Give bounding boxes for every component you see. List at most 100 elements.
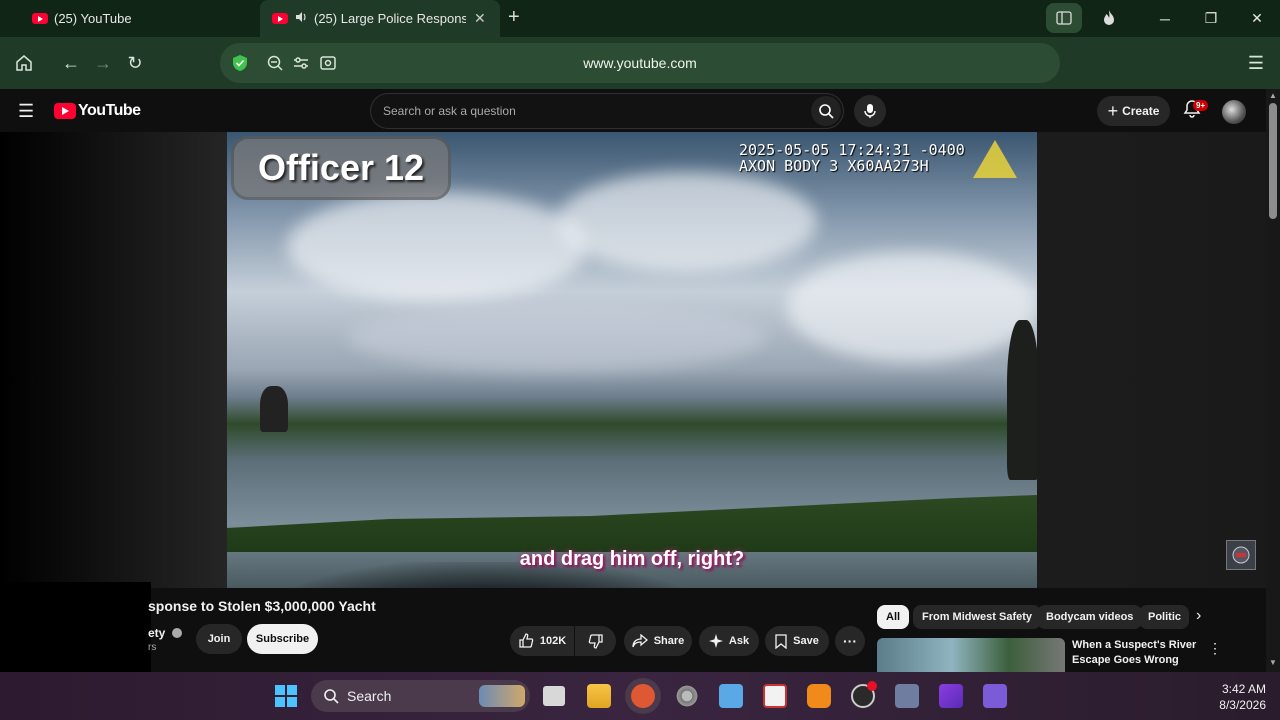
video-title: sponse to Stolen $3,000,000 Yacht	[148, 598, 376, 614]
duckduckgo-browser-icon[interactable]	[631, 684, 655, 708]
chip-politics[interactable]: Politic	[1139, 605, 1189, 629]
browser-tabstrip: (25) YouTube (25) Large Police Response …	[0, 0, 1280, 37]
channel-name[interactable]: ety	[148, 626, 182, 640]
chip-label: All	[886, 611, 901, 623]
speaker-icon[interactable]	[294, 10, 308, 27]
sparkle-icon	[708, 634, 723, 648]
subscribe-label: Subscribe	[255, 633, 310, 645]
chip-from-channel[interactable]: From Midwest Safety	[913, 605, 1042, 629]
cloud	[557, 172, 817, 272]
ask-button[interactable]: Ask	[699, 626, 759, 656]
person-left	[260, 386, 288, 432]
youtube-logo-text: YouTube	[78, 102, 141, 119]
taskbar: Search	[0, 672, 1280, 720]
close-window-button[interactable]: ✕	[1234, 0, 1280, 37]
recommendation-title[interactable]: When a Suspect's River Escape Goes Wrong	[1072, 638, 1202, 668]
url-text: www.youtube.com	[583, 55, 697, 71]
create-label: Create	[1122, 104, 1160, 118]
onenote-icon[interactable]	[983, 684, 1007, 708]
taskbar-clock[interactable]: 3:42 AM 8/3/2026	[1200, 681, 1266, 713]
channel-name-text: ety	[148, 626, 166, 640]
task-view-icon[interactable]	[543, 686, 565, 706]
youtube-logo-icon	[54, 103, 76, 119]
clipchamp-icon[interactable]	[939, 684, 963, 708]
tab-video[interactable]: (25) Large Police Response to Stolen $3,…	[260, 0, 500, 37]
tab-title: (25) Large Police Response to Stolen $3,…	[314, 11, 466, 26]
more-actions-button[interactable]: ···	[835, 626, 865, 656]
restore-button[interactable]: ❐	[1188, 0, 1234, 37]
settings-gear-icon[interactable]	[675, 684, 699, 708]
minimize-button[interactable]: ─	[1142, 0, 1188, 37]
calculator-icon[interactable]	[895, 684, 919, 708]
thumbs-up-icon	[519, 633, 534, 648]
bodycam-timestamp: 2025-05-05 17:24:31 -0400 AXON BODY 3 X6…	[739, 142, 965, 174]
address-bar[interactable]: www.youtube.com	[220, 43, 1060, 83]
officer-overlay-label: Officer 12	[234, 139, 448, 197]
reload-icon[interactable]: ↻	[123, 51, 147, 75]
chip-label: Politic	[1148, 611, 1182, 623]
scrollbar-thumb[interactable]	[1269, 103, 1277, 219]
taskbar-search-label: Search	[347, 688, 392, 704]
recommendation-menu-icon[interactable]: ⋮	[1208, 640, 1222, 657]
voice-search-button[interactable]	[854, 95, 886, 127]
share-label: Share	[653, 635, 685, 647]
bookmark-icon	[775, 633, 787, 649]
search-input[interactable]: Search or ask a question	[383, 104, 516, 118]
like-button[interactable]: 102K	[510, 626, 574, 656]
cloud	[347, 302, 767, 372]
save-button[interactable]: Save	[765, 626, 829, 656]
guide-menu-icon[interactable]: ☰	[18, 101, 34, 122]
chip-all[interactable]: All	[877, 605, 910, 629]
flame-icon[interactable]	[1101, 9, 1117, 32]
cloud	[287, 192, 587, 302]
tab-youtube[interactable]: (25) YouTube	[0, 0, 258, 37]
thumbs-down-icon	[588, 634, 603, 649]
home-icon[interactable]	[12, 51, 36, 75]
fl-studio-icon[interactable]	[807, 684, 831, 708]
share-icon	[632, 634, 648, 648]
like-count: 102K	[539, 635, 567, 647]
search-button[interactable]	[811, 96, 841, 126]
snipping-tool-icon[interactable]	[763, 684, 787, 708]
search-icon	[819, 104, 834, 119]
join-label: Join	[207, 633, 231, 645]
chips-next-icon[interactable]: ›	[1196, 607, 1201, 625]
share-button[interactable]: Share	[624, 626, 692, 656]
start-menu-icon[interactable]	[274, 684, 298, 713]
forward-icon[interactable]: →	[91, 51, 115, 75]
join-button[interactable]: Join	[196, 624, 242, 654]
create-button[interactable]: + Create	[1097, 96, 1170, 126]
notification-dot	[867, 681, 877, 691]
youtube-header: ☰ YouTube Search or ask a question + Cre…	[0, 89, 1266, 132]
browser-menu-icon[interactable]: ☰	[1244, 51, 1268, 75]
taskbar-search[interactable]: Search	[311, 680, 530, 712]
notification-badge: 9+	[1193, 100, 1209, 111]
avatar[interactable]	[1222, 100, 1246, 124]
notepad-icon[interactable]	[719, 684, 743, 708]
clock-time: 3:42 AM	[1221, 682, 1266, 696]
youtube-favicon-icon	[32, 13, 48, 24]
plus-icon: +	[1107, 100, 1119, 121]
channel-watermark-icon[interactable]	[1226, 540, 1256, 570]
microphone-icon	[864, 104, 876, 118]
video-player[interactable]: Officer 12 2025-05-05 17:24:31 -0400 AXO…	[227, 132, 1037, 588]
back-icon[interactable]: ←	[59, 51, 83, 75]
scroll-up-icon[interactable]: ▲	[1269, 91, 1277, 100]
search-highlight-icon	[479, 685, 525, 707]
person-right	[1007, 320, 1037, 480]
chip-bodycam[interactable]: Bodycam videos	[1037, 605, 1143, 629]
subscribe-button[interactable]: Subscribe	[247, 624, 318, 654]
file-explorer-icon[interactable]	[587, 684, 611, 708]
search-box[interactable]: Search or ask a question	[370, 93, 844, 129]
youtube-logo[interactable]: YouTube	[54, 102, 141, 120]
recommendation-thumbnail[interactable]	[877, 638, 1065, 672]
page-scrollbar[interactable]: ▲ ▼	[1266, 89, 1280, 672]
sidebar-toggle-icon[interactable]	[1046, 3, 1082, 33]
more-horizontal-icon: ···	[843, 633, 857, 649]
close-tab-icon[interactable]: ✕	[474, 10, 486, 27]
new-tab-button[interactable]: +	[508, 6, 520, 29]
dislike-button[interactable]	[575, 626, 616, 656]
scroll-down-icon[interactable]: ▼	[1269, 658, 1277, 667]
axon-logo-icon	[973, 140, 1017, 178]
video-caption: and drag him off, right?	[519, 548, 745, 570]
